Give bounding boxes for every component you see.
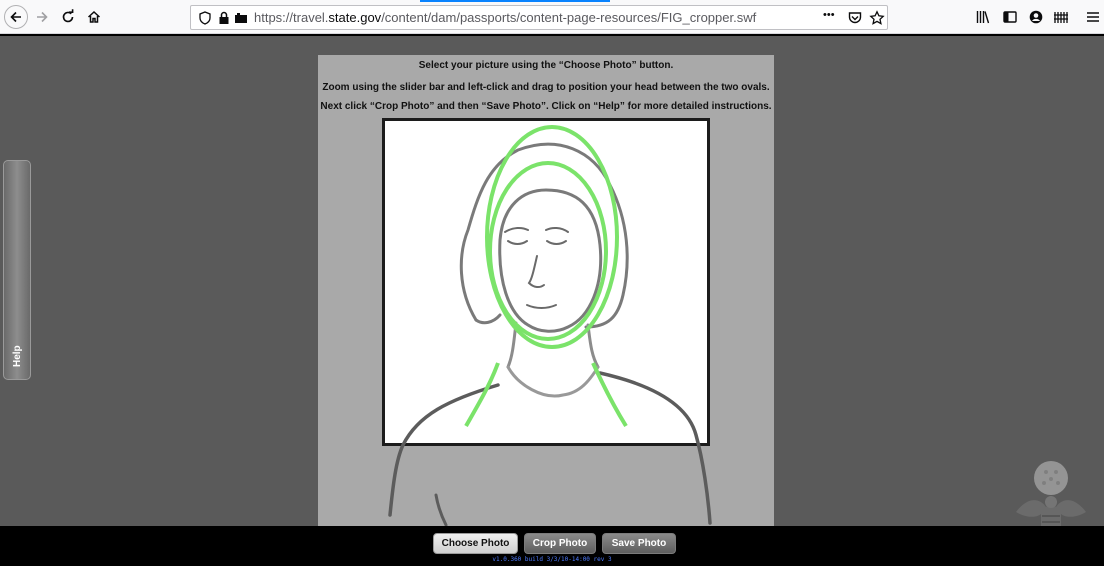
instruction-line-1: Select your picture using the “Choose Ph…	[418, 60, 674, 71]
lock-icon[interactable]	[216, 10, 232, 26]
forward-arrow-icon	[37, 11, 48, 23]
crop-photo-button[interactable]: Crop Photo	[524, 533, 596, 554]
back-button[interactable]	[4, 5, 28, 29]
instruction-line-2: Zoom using the slider bar and left-click…	[322, 82, 770, 93]
library-icon[interactable]	[975, 8, 991, 26]
page-info-icon[interactable]	[233, 10, 249, 26]
photo-cropper-app: Help Select your picture using the “Choo…	[0, 36, 1104, 534]
url-suffix: /content/dam/passports/content-page-reso…	[381, 10, 757, 25]
bookmark-star-icon[interactable]	[869, 10, 885, 26]
back-arrow-icon	[10, 11, 21, 23]
active-tab-indicator	[420, 0, 610, 2]
shield-icon[interactable]	[197, 10, 213, 26]
menu-icon[interactable]	[1085, 8, 1101, 26]
control-bar: Choose Photo Crop Photo Save Photo v1.0.…	[0, 526, 1104, 566]
tab-strip	[0, 0, 1104, 3]
forward-button[interactable]	[31, 6, 53, 28]
instruction-line-3: Next click “Crop Photo” and then “Save P…	[320, 101, 772, 112]
help-tab[interactable]: Help	[3, 160, 31, 380]
cropper-panel: Select your picture using the “Choose Ph…	[318, 55, 774, 526]
extension-icon[interactable]	[1053, 8, 1069, 26]
browser-toolbar: https://travel.state.gov/content/dam/pas…	[0, 0, 1104, 34]
save-photo-button[interactable]: Save Photo	[602, 533, 676, 554]
url-prefix: https://travel.	[254, 10, 329, 25]
choose-photo-button[interactable]: Choose Photo	[433, 533, 518, 554]
reload-icon	[62, 9, 74, 23]
crop-frame[interactable]	[382, 118, 710, 446]
url-text[interactable]: https://travel.state.gov/content/dam/pas…	[254, 10, 756, 25]
reload-button[interactable]	[57, 6, 79, 28]
home-button[interactable]	[83, 6, 105, 28]
home-icon	[87, 10, 101, 23]
sidebar-icon[interactable]	[1002, 8, 1018, 26]
address-bar[interactable]: https://travel.state.gov/content/dam/pas…	[190, 5, 888, 30]
url-domain: state.gov	[328, 10, 382, 25]
pocket-icon[interactable]	[847, 10, 863, 26]
build-info: v1.0.360 build 3/3/10-14:00 rev 3	[492, 556, 612, 563]
help-tab-label: Help	[12, 345, 23, 367]
account-icon[interactable]	[1028, 8, 1044, 26]
page-actions-button[interactable]: •••	[823, 9, 835, 21]
